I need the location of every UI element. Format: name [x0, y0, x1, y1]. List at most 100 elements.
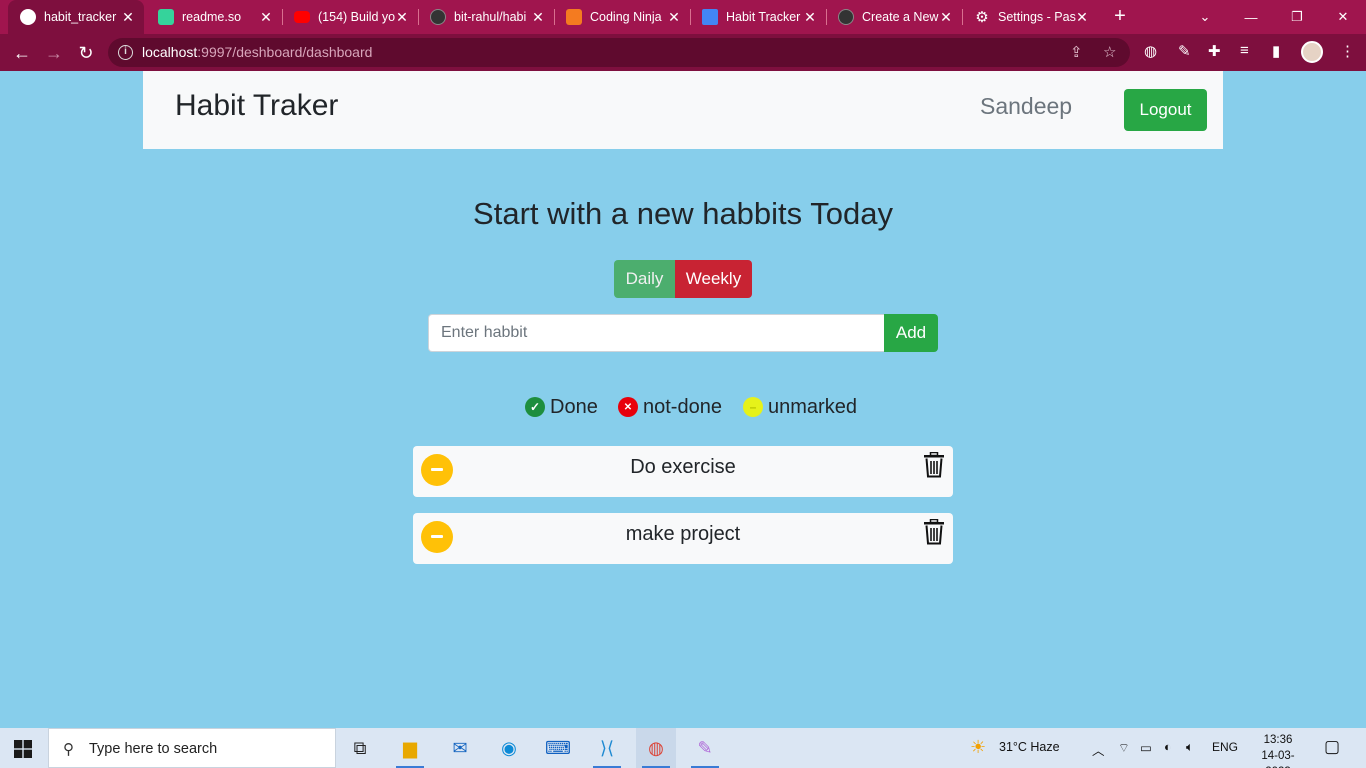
tab-settings[interactable]: ⚙ Settings - Pas ✕ — [962, 0, 1098, 34]
habit-card: make project — [413, 513, 953, 564]
weekly-button[interactable]: Weekly — [675, 260, 752, 298]
search-placeholder: Type here to search — [89, 741, 218, 757]
minimize-button[interactable]: — — [1228, 0, 1274, 34]
minus-circle-icon: – — [743, 397, 763, 417]
forward-button[interactable]: → — [40, 39, 68, 67]
tab-habit-tracker-doc[interactable]: Habit Tracker ✕ — [690, 0, 826, 34]
close-tab-icon[interactable]: ✕ — [394, 9, 410, 25]
puzzle-extensions-icon[interactable]: ✚ — [1208, 42, 1221, 60]
tab-habit-tracker[interactable]: habit_tracker ✕ — [8, 0, 144, 34]
legend-done: ✓ Done — [525, 396, 598, 418]
tab-search-chevron-icon[interactable]: ⌄ — [1182, 0, 1228, 34]
tab-title: (154) Build yo — [318, 10, 396, 24]
tab-title: Settings - Pas — [998, 10, 1076, 24]
wifi-icon[interactable]: ⌔ — [1118, 740, 1130, 756]
taskbar-search[interactable]: ⚲ Type here to search — [48, 728, 336, 768]
gear-icon: ⚙ — [975, 9, 989, 26]
pen-extension-icon[interactable]: ✎ — [1178, 42, 1191, 60]
docs-icon — [702, 9, 718, 25]
legend-label: unmarked — [768, 395, 857, 418]
reload-button[interactable]: ↻ — [72, 39, 100, 67]
browser-tab-strip: habit_tracker ✕ readme.so ✕ (154) Build … — [0, 0, 1366, 34]
tab-coding-ninjas[interactable]: Coding Ninja ✕ — [554, 0, 690, 34]
add-habit-button[interactable]: Add — [884, 314, 938, 352]
close-tab-icon[interactable]: ✕ — [666, 9, 682, 25]
close-tab-icon[interactable]: ✕ — [530, 9, 546, 25]
habit-card: Do exercise — [413, 446, 953, 497]
globe-icon — [20, 9, 36, 25]
bookmark-star-icon[interactable]: ☆ — [1103, 43, 1116, 61]
tab-github-repo[interactable]: bit-rahul/habi ✕ — [418, 0, 554, 34]
webcam-icon[interactable]: ◐ — [1164, 740, 1172, 754]
vscode-icon[interactable]: ⟩⟨ — [587, 728, 627, 768]
check-circle-icon: ✓ — [525, 397, 545, 417]
legend-label: Done — [550, 395, 598, 418]
habit-input[interactable] — [428, 314, 884, 352]
site-info-icon[interactable]: i — [118, 45, 133, 60]
chrome-icon[interactable]: ◍ — [636, 728, 676, 768]
windows-start-icon[interactable] — [14, 740, 32, 758]
close-tab-icon[interactable]: ✕ — [802, 9, 818, 25]
taskbar-clock[interactable]: 13:36 14-03-2023 — [1251, 732, 1305, 768]
trash-icon[interactable] — [923, 452, 945, 478]
paint-icon[interactable]: ✎ — [685, 728, 725, 768]
quick-assist-icon[interactable]: ⌨ — [538, 728, 578, 768]
new-tab-button[interactable]: + — [1108, 4, 1132, 28]
battery-icon[interactable]: ▭ — [1140, 740, 1152, 755]
close-window-button[interactable]: ✕ — [1320, 0, 1366, 34]
url-text[interactable]: localhost:9997/deshboard/dashboard — [142, 44, 372, 60]
browser-toolbar: ← → ↻ i localhost:9997/deshboard/dashboa… — [0, 34, 1366, 71]
notification-icon[interactable]: ▢ — [1324, 737, 1340, 757]
close-tab-icon[interactable]: ✕ — [258, 9, 274, 25]
username: Sandeep — [980, 93, 1073, 119]
file-explorer-icon[interactable]: ▆ — [390, 728, 430, 768]
weather-sun-icon[interactable]: ☀ — [970, 737, 986, 758]
windows-taskbar: ⚲ Type here to search ⧉ ▆ ✉ ◉ ⌨ ⟩⟨ ◍ ✎ ☀… — [0, 728, 1366, 768]
side-panel-icon[interactable]: ▮ — [1272, 42, 1280, 60]
github-icon — [430, 9, 446, 25]
coding-ninjas-icon — [566, 9, 582, 25]
translate-extension-icon[interactable]: ◍ — [1144, 42, 1157, 60]
clock-date: 14-03-2023 — [1261, 750, 1295, 768]
youtube-icon — [294, 11, 310, 23]
tab-create-new[interactable]: Create a New ✕ — [826, 0, 962, 34]
readme-icon — [158, 9, 174, 25]
close-tab-icon[interactable]: ✕ — [120, 9, 136, 25]
share-icon[interactable]: ⇪ — [1070, 43, 1083, 61]
habit-name: make project — [625, 523, 741, 545]
habit-name: Do exercise — [630, 456, 736, 478]
tab-title: readme.so — [182, 10, 242, 24]
restore-button[interactable]: ❐ — [1274, 0, 1320, 34]
legend-not-done: ✕ not-done — [618, 396, 722, 418]
tab-title: bit-rahul/habi — [454, 10, 527, 24]
tab-readme[interactable]: readme.so ✕ — [146, 0, 282, 34]
legend-label: not-done — [643, 395, 722, 418]
tab-youtube[interactable]: (154) Build yo ✕ — [282, 0, 418, 34]
show-hidden-icons-chevron-icon[interactable]: ︿ — [1092, 740, 1105, 759]
trash-icon[interactable] — [923, 519, 945, 545]
url-path: :9997/deshboard/dashboard — [197, 44, 373, 60]
logout-button[interactable]: Logout — [1124, 89, 1207, 131]
tab-title: Coding Ninja — [590, 10, 662, 24]
weather-text[interactable]: 31°C Haze — [999, 740, 1060, 754]
close-tab-icon[interactable]: ✕ — [938, 9, 954, 25]
search-icon: ⚲ — [63, 741, 74, 758]
tab-title: habit_tracker — [44, 10, 117, 24]
language-indicator[interactable]: ENG — [1212, 740, 1238, 754]
back-button[interactable]: ← — [8, 39, 36, 67]
legend-unmarked: – unmarked — [743, 396, 857, 418]
brand-title[interactable]: Habit Traker — [175, 89, 338, 123]
kebab-menu-icon[interactable]: ⋮ — [1340, 42, 1355, 60]
daily-button[interactable]: Daily — [614, 260, 675, 298]
close-tab-icon[interactable]: ✕ — [1074, 9, 1090, 25]
volume-icon[interactable]: 🔈︎ — [1186, 740, 1194, 755]
media-queue-icon[interactable]: ≡ — [1240, 42, 1249, 59]
page-headline: Start with a new habbits Today — [473, 196, 893, 231]
address-bar[interactable]: i localhost:9997/deshboard/dashboard ⇪ ☆ — [108, 38, 1130, 67]
github-icon — [838, 9, 854, 25]
mail-icon[interactable]: ✉ — [440, 728, 480, 768]
edge-icon[interactable]: ◉ — [489, 728, 529, 768]
task-view-icon[interactable]: ⧉ — [340, 728, 380, 768]
profile-avatar[interactable] — [1301, 41, 1323, 63]
app-navbar: Habit Traker Sandeep Logout — [143, 71, 1223, 149]
